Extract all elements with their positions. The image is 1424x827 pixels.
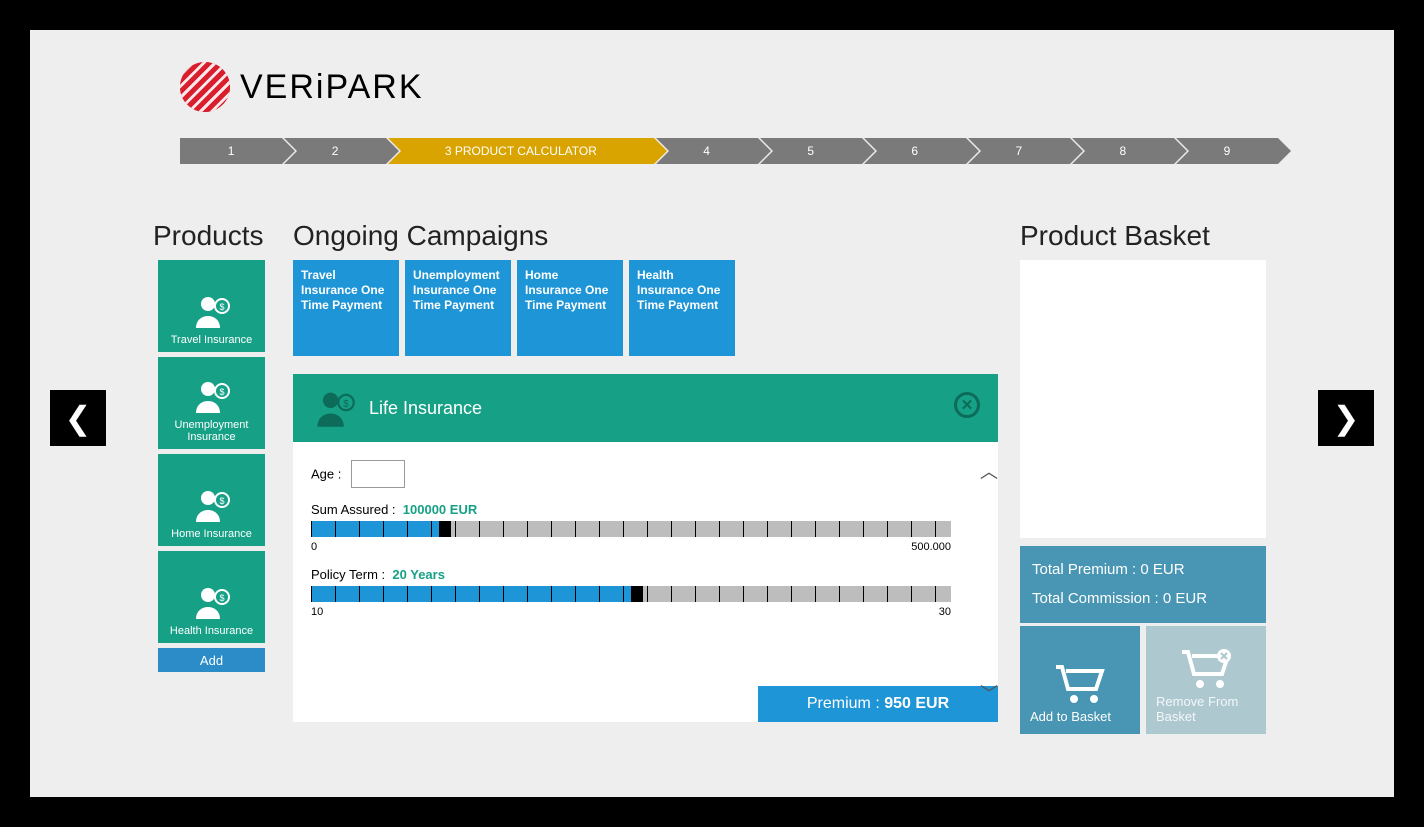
campaigns-row: Travel Insurance One Time Payment Unempl… <box>293 260 735 356</box>
products-heading: Products <box>153 220 264 252</box>
cart-remove-icon <box>1156 644 1256 694</box>
wizard-step-1[interactable]: 1 <box>180 138 282 164</box>
calculator-title: Life Insurance <box>369 398 482 419</box>
campaign-tile[interactable]: Health Insurance One Time Payment <box>629 260 735 356</box>
brand-logo: VERiPARK <box>180 62 424 112</box>
wizard-step-7[interactable]: 7 <box>968 138 1070 164</box>
wizard-step-5[interactable]: 5 <box>760 138 862 164</box>
wizard-step-8[interactable]: 8 <box>1072 138 1174 164</box>
basket-heading: Product Basket <box>1020 220 1210 252</box>
svg-text:$: $ <box>219 387 224 397</box>
wizard-step-2[interactable]: 2 <box>284 138 386 164</box>
brand-logo-icon <box>180 62 230 112</box>
wizard-step-4[interactable]: 4 <box>656 138 758 164</box>
wizard-step-3[interactable]: 3 PRODUCT CALCULATOR <box>388 138 653 164</box>
scroll-up-icon[interactable]: ︿ <box>980 458 998 484</box>
next-page-button[interactable]: ❯ <box>1318 390 1374 446</box>
premium-display: Premium : 950 EUR <box>758 686 998 722</box>
wizard-step-6[interactable]: 6 <box>864 138 966 164</box>
calculator-header: $ Life Insurance ✕ <box>293 374 998 442</box>
calculator-panel: $ Life Insurance ✕ Age : Sum Assured : 1… <box>293 374 998 722</box>
app-frame: VERiPARK 1 2 3 PRODUCT CALCULATOR 4 5 6 … <box>30 30 1394 797</box>
age-field: Age : <box>311 460 998 488</box>
person-money-icon: $ <box>192 585 232 619</box>
age-input[interactable] <box>351 460 405 488</box>
term-slider[interactable] <box>311 586 951 602</box>
slider-thumb-icon[interactable] <box>631 586 643 602</box>
campaign-tile[interactable]: Travel Insurance One Time Payment <box>293 260 399 356</box>
product-tile-health[interactable]: $ Health Insurance <box>158 551 265 643</box>
cart-icon <box>1030 659 1130 709</box>
scroll-down-icon[interactable]: ﹀ <box>980 680 998 706</box>
person-money-icon: $ <box>192 379 232 413</box>
campaign-tile[interactable]: Unemployment Insurance One Time Payment <box>405 260 511 356</box>
sum-range: 0500.000 <box>311 541 951 553</box>
svg-text:$: $ <box>343 399 349 410</box>
svg-text:$: $ <box>219 496 224 506</box>
product-tile-travel[interactable]: $ Travel Insurance <box>158 260 265 352</box>
sum-label: Sum Assured : <box>311 502 396 517</box>
svg-text:$: $ <box>219 302 224 312</box>
prev-page-button[interactable]: ❮ <box>50 390 106 446</box>
term-range: 1030 <box>311 606 951 618</box>
term-label: Policy Term : <box>311 567 385 582</box>
sum-assured-field: Sum Assured : 100000 EUR 0500.000 <box>311 502 998 553</box>
sum-value: 100000 EUR <box>403 502 477 517</box>
campaign-tile[interactable]: Home Insurance One Time Payment <box>517 260 623 356</box>
person-money-icon: $ <box>192 488 232 522</box>
slider-thumb-icon[interactable] <box>439 521 451 537</box>
person-money-icon: $ <box>192 294 232 328</box>
remove-from-basket-button[interactable]: Remove From Basket <box>1146 626 1266 734</box>
sum-slider[interactable] <box>311 521 951 537</box>
product-label: Unemployment Insurance <box>158 419 265 443</box>
product-label: Home Insurance <box>171 528 252 540</box>
basket-buttons: Add to Basket Remove From Basket <box>1020 626 1266 734</box>
person-money-icon: $ <box>313 389 357 427</box>
brand-name: VERiPARK <box>240 68 424 107</box>
policy-term-field: Policy Term : 20 Years 1030 <box>311 567 998 618</box>
products-column: $ Travel Insurance $ Unemployment Insura… <box>158 260 265 672</box>
close-icon[interactable]: ✕ <box>954 392 980 418</box>
basket-totals: Total Premium : 0 EUR Total Commission :… <box>1020 546 1266 623</box>
age-label: Age : <box>311 467 341 482</box>
svg-text:$: $ <box>219 593 224 603</box>
wizard-step-9[interactable]: 9 <box>1176 138 1278 164</box>
product-label: Health Insurance <box>170 625 253 637</box>
term-value: 20 Years <box>392 567 445 582</box>
basket-list <box>1020 260 1266 538</box>
calculator-body: Age : Sum Assured : 100000 EUR 0500.000 … <box>293 442 998 722</box>
product-tile-unemployment[interactable]: $ Unemployment Insurance <box>158 357 265 449</box>
wizard-breadcrumb: 1 2 3 PRODUCT CALCULATOR 4 5 6 7 8 9 <box>180 138 1280 164</box>
product-tile-home[interactable]: $ Home Insurance <box>158 454 265 546</box>
campaigns-heading: Ongoing Campaigns <box>293 220 548 252</box>
add-product-button[interactable]: Add <box>158 648 265 672</box>
add-to-basket-button[interactable]: Add to Basket <box>1020 626 1140 734</box>
product-label: Travel Insurance <box>171 334 253 346</box>
